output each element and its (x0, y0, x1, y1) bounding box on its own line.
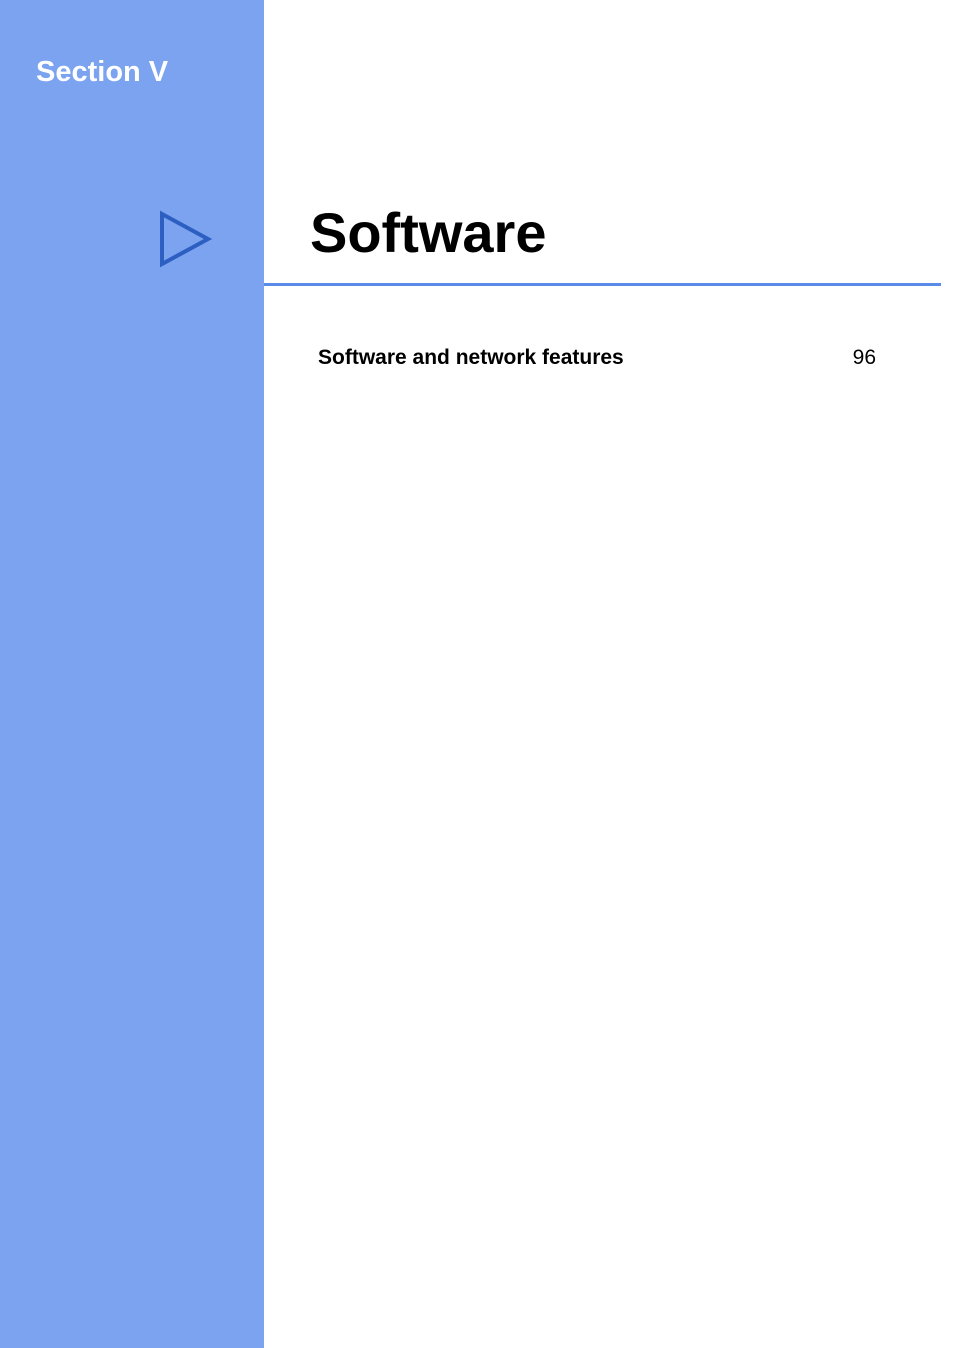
toc-page-number: 96 (853, 346, 876, 370)
toc-row: Software and network features 96 (318, 346, 876, 370)
toc-entry-label: Software and network features (318, 346, 624, 370)
section-label: Section V (36, 56, 168, 89)
title-underline (264, 283, 941, 286)
main-title: Software (310, 200, 547, 265)
sidebar-panel (0, 0, 264, 1348)
play-triangle-icon (156, 210, 214, 273)
